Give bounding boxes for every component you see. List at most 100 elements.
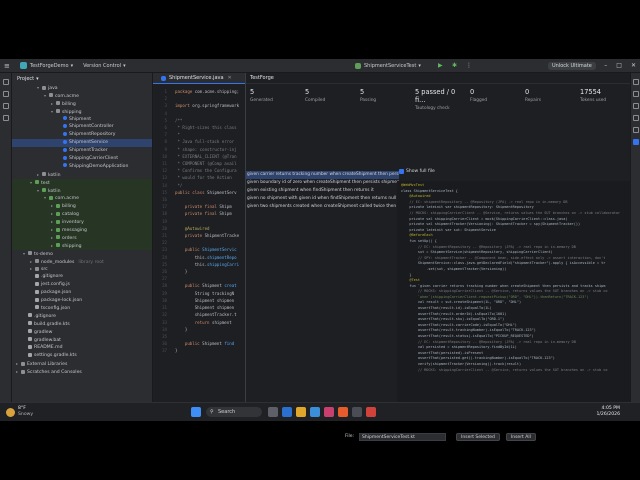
main-menu-button[interactable]: ≡ [4,62,10,70]
tree-item[interactable]: build.gradle.kts [12,321,152,329]
file-name-field[interactable]: ShipmentServiceTest.kt [359,432,447,441]
tree-item[interactable]: .gitignore [12,313,152,321]
edge-icon[interactable] [282,407,292,417]
tree-item[interactable]: ▸ src [12,265,152,273]
stat-label: Generated [250,98,273,103]
tree-item[interactable]: ▾ shipping [12,108,152,116]
line-number: 26 [162,269,167,275]
tree-item[interactable]: ▸ orders [12,233,152,242]
stat-tile: 0 Repairs [521,84,576,108]
more-icon[interactable]: ⋮ [466,62,472,69]
code-token: * Confirms the Configura [175,168,237,174]
database-icon[interactable] [632,91,639,97]
tree-item[interactable]: ShippingCarrierClient [12,155,152,163]
coverage-icon[interactable] [632,127,639,133]
test-item[interactable]: given no shipment with given id when fin… [246,195,399,203]
insert-selected-button[interactable]: Insert Selected [456,432,500,441]
project-switcher[interactable]: TestForgeDemo ▾ [19,62,73,69]
tree-item-label: java [48,86,58,91]
close-icon[interactable]: ✕ [631,62,636,69]
tree-item[interactable]: gradlew.bat [12,337,152,345]
tree-item[interactable]: settings.gradle.kts [12,352,152,360]
store-icon[interactable] [310,407,320,417]
tree-item[interactable]: README.md [12,344,152,352]
editor-tab[interactable]: ShipmentService.java ✕ [153,73,245,84]
tree-item[interactable]: ▸ Scratches and Consoles [12,368,152,376]
tree-item[interactable]: jest.config.js [12,281,152,289]
tree-item[interactable]: gradlew [12,329,152,337]
search-icon: ⚲ [210,409,214,415]
tree-item[interactable]: ▾ kotlin [12,186,152,195]
test-item[interactable]: given two shipments created when createS… [246,203,399,211]
test-item[interactable]: given carrier returns tracking number wh… [246,171,399,179]
run-icon[interactable]: ▶ [438,62,443,69]
code-line: } [175,326,245,333]
run-config-selector[interactable]: ShipmentServiceTest ▾ [355,62,421,69]
tree-item[interactable]: .gitignore [12,273,152,281]
tree-item[interactable]: ▸ billing [12,202,152,211]
line-number: 34 [162,326,167,332]
clock[interactable]: 4:05 PM 1/26/2026 [596,406,620,417]
gradle-icon[interactable] [632,103,639,109]
weather-widget[interactable]: 8°F Snowy [18,406,33,417]
tree-item[interactable]: ▸ External Libraries [12,360,152,368]
tree-item[interactable]: tsconfig.json [12,305,152,313]
code-token: Shipment [202,283,225,289]
code-line: package com.acme.shipping; [175,88,245,95]
code-editor[interactable]: package com.acme.shipping;​import org.sp… [153,84,245,355]
code-token: } [175,326,188,332]
test-source-preview[interactable]: @WebMvcTest class ShipmentServiceTest { @… [397,181,631,421]
tree-item[interactable]: package-lock.json [12,297,152,305]
tree-item[interactable]: ▾ ts-demo [12,250,152,258]
project-tool-icon[interactable] [2,79,9,85]
file-icon [28,352,32,357]
show-full-file-checkbox[interactable]: Show full file [399,169,435,174]
file-icon [28,321,32,326]
unlock-ultimate-button[interactable]: Unlock Ultimate [548,61,596,70]
tree-item[interactable]: ▸ catalog [12,210,152,219]
tree-item[interactable]: ▾ com.acme [12,92,152,100]
notifications-icon[interactable] [632,79,639,85]
insert-all-button[interactable]: Insert All [505,432,536,441]
tree-item[interactable]: ShippingDemoApplication [12,163,152,171]
more-tools-icon[interactable] [2,115,9,121]
ai-assistant-icon[interactable] [632,115,639,121]
vcs-widget[interactable]: Version Control ▾ [83,63,126,69]
line-number: 30 [162,297,167,303]
test-item[interactable]: given boundary id of zero when createShi… [246,179,399,187]
close-icon[interactable]: ✕ [228,75,232,81]
tree-item[interactable]: ▾ java [12,84,152,92]
testforge-tool-icon[interactable] [632,139,639,145]
task-view-icon[interactable] [268,407,278,417]
windows-start-icon[interactable] [191,407,201,417]
tree-item[interactable]: ShipmentController [12,123,152,131]
code-token: shippingCarri [207,261,240,267]
tree-item[interactable]: package.json [12,289,152,297]
tree-item[interactable]: ▸ kotlin [12,171,152,179]
tree-item[interactable]: ShipmentTracker [12,147,152,155]
tree-item[interactable]: Shipment [12,116,152,124]
debug-icon[interactable]: ✱ [452,62,457,69]
tree-item[interactable]: ▾ test [12,178,152,187]
file-explorer-icon[interactable] [296,407,306,417]
structure-tool-icon[interactable] [2,103,9,109]
taskbar-search[interactable]: ⚲ Search [206,407,262,417]
test-item[interactable]: given existing shipment when findShipmen… [246,187,399,195]
tree-item[interactable]: ▸ node_modules library root [12,258,152,266]
minimize-icon[interactable]: – [604,62,607,69]
jetbrains-icon[interactable] [324,407,334,417]
terminal-icon[interactable] [352,407,362,417]
code-token: */ [175,182,183,188]
intellij-icon[interactable] [338,407,348,417]
project-panel-header[interactable]: Project ▾ [12,73,152,84]
maximize-icon[interactable]: □ [616,62,622,69]
tree-item[interactable]: ▾ com.acme [12,194,152,203]
tree-item[interactable]: ▸ shipping [12,241,152,250]
commit-tool-icon[interactable] [2,91,9,97]
tree-item[interactable]: ShipmentRepository [12,131,152,139]
tree-item[interactable]: ▸ messaging [12,226,152,234]
tree-item[interactable]: ▸ billing [12,100,152,108]
app-icon[interactable] [366,407,376,417]
tree-item[interactable]: ShipmentService [12,139,152,148]
tree-item[interactable]: ▸ inventory [12,218,152,227]
